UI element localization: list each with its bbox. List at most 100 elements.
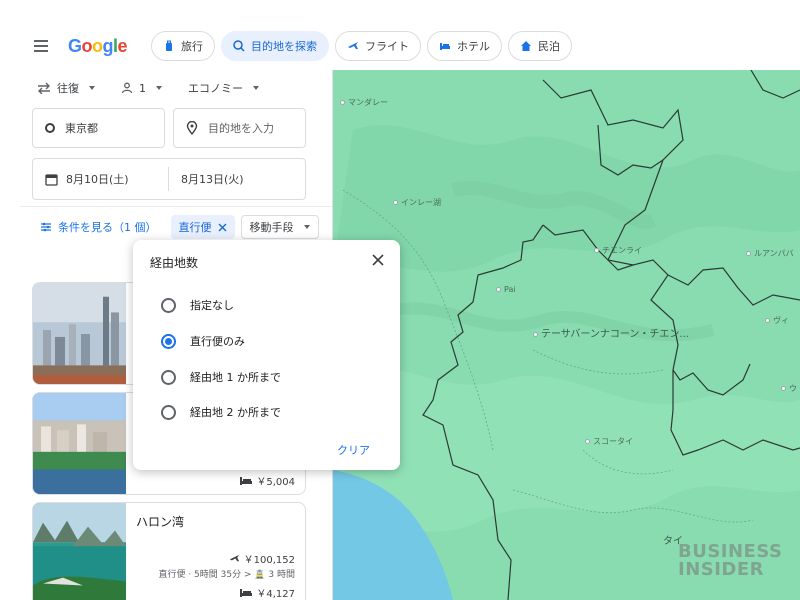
location-pin-icon bbox=[186, 121, 198, 135]
map-label-text: スコータイ bbox=[593, 437, 633, 446]
tab-vacation-rentals[interactable]: 民泊 bbox=[508, 31, 573, 61]
trip-options: 往復 1 エコノミー bbox=[20, 70, 332, 106]
map-label[interactable]: テーサバーンナコーン・チエン... bbox=[533, 325, 689, 340]
flight-detail: 直行便 · 5時間 35分 > 🚊 3 時間 bbox=[158, 570, 295, 580]
flight-price: ￥100,152 bbox=[243, 555, 295, 566]
ha-long-bay-image bbox=[33, 503, 126, 600]
tab-hotels-label: ホテル bbox=[457, 40, 491, 53]
product-tabs: 旅行 目的地を探索 フライト ホテル 民泊 bbox=[151, 31, 573, 61]
map-label-text: ルアンパバ bbox=[754, 249, 794, 258]
trip-type-select[interactable]: 往復 bbox=[37, 80, 95, 96]
map-label[interactable]: Pai bbox=[496, 285, 516, 294]
stops-option-two-stops[interactable]: 経由地 2 か所まで bbox=[161, 404, 281, 420]
tab-flights[interactable]: フライト bbox=[335, 31, 422, 61]
radio-button[interactable] bbox=[161, 297, 176, 313]
radio-button[interactable] bbox=[161, 369, 176, 385]
tab-flights-label: フライト bbox=[365, 40, 410, 53]
radio-button[interactable] bbox=[161, 404, 176, 420]
cabin-class-select[interactable]: エコノミー bbox=[188, 80, 259, 96]
stops-option-any[interactable]: 指定なし bbox=[161, 297, 234, 313]
bed-icon bbox=[240, 588, 253, 597]
airplane-icon bbox=[229, 554, 239, 562]
hotel-price-row: ￥5,004 bbox=[240, 473, 295, 488]
map-label-text: ウ bbox=[789, 384, 797, 393]
stops-option-one-stop[interactable]: 経由地 1 か所まで bbox=[161, 369, 281, 385]
city-dot-icon bbox=[340, 100, 345, 105]
map-label-text: インレー湖 bbox=[401, 198, 441, 207]
stops-option-label: 経由地 1 か所まで bbox=[190, 371, 281, 384]
tab-travel-label: 旅行 bbox=[181, 40, 204, 53]
popup-title: 経由地数 bbox=[150, 256, 199, 270]
hotel-price: ￥5,004 bbox=[256, 477, 295, 488]
map-label-text: ヴィ bbox=[773, 316, 789, 325]
swap-arrows-icon bbox=[38, 82, 50, 94]
city-dot-icon bbox=[594, 248, 599, 253]
close-icon[interactable] bbox=[370, 252, 386, 268]
destination-card[interactable]: ハロン湾 ￥100,152 直行便 · 5時間 35分 > 🚊 3 時間 ￥4,… bbox=[32, 502, 306, 600]
flight-price-row: ￥100,152 bbox=[229, 551, 295, 566]
map-label-text: マンダレー bbox=[348, 98, 388, 107]
person-icon bbox=[121, 82, 133, 94]
radio-button-selected[interactable] bbox=[161, 333, 176, 349]
business-insider-watermark: BUSINESS INSIDER bbox=[678, 543, 782, 579]
stops-option-label: 経由地 2 か所まで bbox=[190, 406, 281, 419]
nonstop-filter-label: 直行便 bbox=[178, 221, 212, 234]
tab-vacation-rentals-label: 民泊 bbox=[538, 40, 561, 53]
top-bar: Google 旅行 目的地を探索 フライト ホテル 民泊 bbox=[20, 22, 800, 70]
flight-detail-row: 直行便 · 5時間 35分 > 🚊 3 時間 bbox=[158, 567, 295, 580]
map-label[interactable]: スコータイ bbox=[585, 436, 633, 447]
destination-placeholder: 目的地を入力 bbox=[208, 122, 274, 135]
airplane-icon bbox=[348, 42, 359, 49]
city-dot-icon bbox=[746, 251, 751, 256]
hotel-price-row: ￥4,127 bbox=[240, 585, 295, 600]
close-icon[interactable] bbox=[218, 223, 227, 232]
origin-circle-icon bbox=[45, 123, 55, 133]
clear-button[interactable]: クリア bbox=[337, 442, 370, 458]
city-lake-image bbox=[33, 393, 126, 494]
map-label[interactable]: ウ bbox=[781, 383, 797, 394]
city-dot-icon bbox=[393, 200, 398, 205]
chevron-down-icon bbox=[89, 86, 95, 90]
house-icon bbox=[521, 41, 532, 51]
passengers-select[interactable]: 1 bbox=[121, 82, 162, 95]
map-view[interactable]: マンダレー インレー湖 チエンライ ルアンパバ Pai テーサバーンナコーン・チ… bbox=[333, 70, 800, 600]
city-dot-icon bbox=[781, 386, 786, 391]
tab-travel[interactable]: 旅行 bbox=[151, 31, 216, 61]
nonstop-filter-chip[interactable]: 直行便 bbox=[170, 215, 235, 239]
tab-explore[interactable]: 目的地を探索 bbox=[221, 31, 330, 61]
tab-hotels[interactable]: ホテル bbox=[427, 31, 503, 61]
location-fields: 東京都 目的地を入力 bbox=[20, 108, 332, 148]
depart-date-value: 8月10日(土) bbox=[66, 173, 129, 186]
destination-field[interactable]: 目的地を入力 bbox=[173, 108, 306, 148]
tab-explore-label: 目的地を探索 bbox=[251, 40, 318, 53]
hotel-price: ￥4,127 bbox=[256, 589, 295, 600]
stops-filter-popup: 経由地数 指定なし 直行便のみ 経由地 1 か所まで 経由地 2 か所まで クリ… bbox=[133, 240, 400, 470]
passengers-value: 1 bbox=[139, 81, 146, 95]
chevron-down-icon bbox=[253, 86, 259, 90]
map-label[interactable]: マンダレー bbox=[340, 97, 388, 108]
chevron-down-icon bbox=[303, 225, 310, 229]
return-date-value: 8月13日(火) bbox=[181, 173, 244, 186]
map-label[interactable]: インレー湖 bbox=[393, 197, 441, 208]
show-filters-button[interactable]: 条件を見る（1 個） bbox=[40, 219, 157, 235]
chevron-down-icon bbox=[156, 86, 162, 90]
cabin-class-value: エコノミー bbox=[188, 82, 243, 95]
map-label[interactable]: ルアンパバ bbox=[746, 248, 794, 259]
map-label[interactable]: チエンライ bbox=[594, 245, 642, 256]
stops-option-label: 直行便のみ bbox=[190, 335, 245, 348]
origin-field[interactable]: 東京都 bbox=[32, 108, 165, 148]
transport-filter-label: 移動手段 bbox=[249, 221, 294, 234]
menu-icon[interactable] bbox=[34, 34, 58, 58]
depart-date[interactable]: 8月10日(土) bbox=[33, 167, 169, 191]
stops-option-nonstop[interactable]: 直行便のみ bbox=[161, 333, 245, 349]
city-dot-icon bbox=[765, 318, 770, 323]
return-date[interactable]: 8月13日(火) bbox=[169, 171, 244, 187]
tune-icon bbox=[41, 222, 51, 232]
show-filters-label: 条件を見る（1 個） bbox=[58, 221, 157, 234]
stops-option-label: 指定なし bbox=[190, 299, 234, 312]
card-details: ハロン湾 ￥100,152 直行便 · 5時間 35分 > 🚊 3 時間 ￥4,… bbox=[136, 513, 295, 600]
map-label[interactable]: ヴィ bbox=[765, 315, 789, 326]
google-logo[interactable]: Google bbox=[68, 36, 128, 57]
transport-filter-chip[interactable]: 移動手段 bbox=[240, 215, 319, 239]
date-range-field[interactable]: 8月10日(土) 8月13日(火) bbox=[32, 158, 306, 200]
